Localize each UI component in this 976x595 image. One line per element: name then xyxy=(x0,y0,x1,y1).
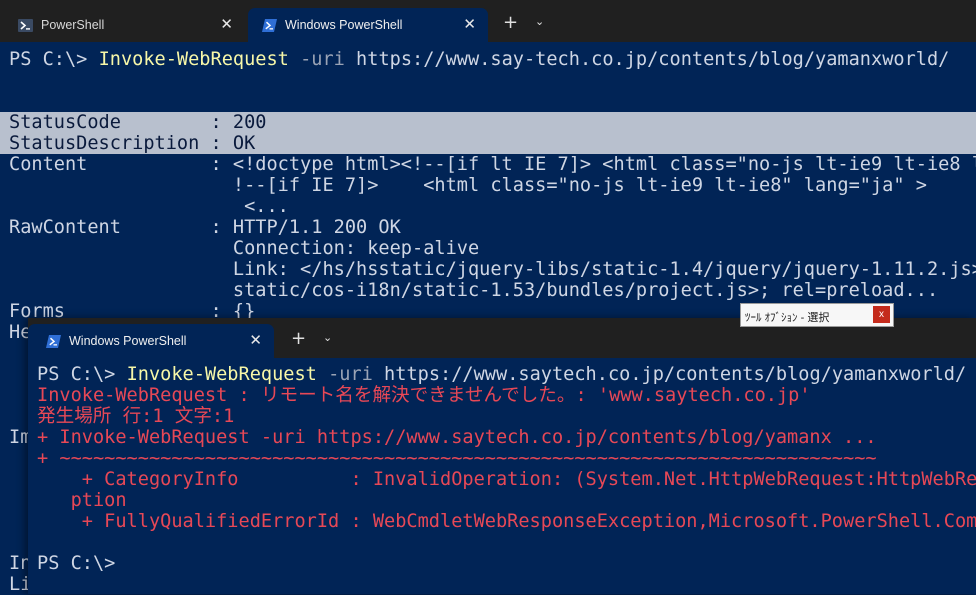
output-line: Connection: keep-alive xyxy=(9,238,480,259)
output-line: StatusDescription : OK xyxy=(0,133,976,154)
prompt: PS C:\> xyxy=(9,49,99,70)
error-line: + Invoke-WebRequest -uri https://www.say… xyxy=(37,427,877,448)
output-line: StatusCode : 200 xyxy=(0,112,976,133)
output-line: Content : <!doctype html><!--[if lt IE 7… xyxy=(9,154,976,175)
output-line: <... xyxy=(9,196,289,217)
command-name: Invoke-WebRequest xyxy=(98,49,289,70)
front-terminal[interactable]: PS C:\> Invoke-WebRequest -uri https://w… xyxy=(37,364,976,594)
command-url: https://www.say-tech.co.jp/contents/blog… xyxy=(344,49,950,70)
close-icon[interactable]: ✕ xyxy=(249,332,262,348)
tab-windows-powershell[interactable]: Windows PowerShell ✕ xyxy=(248,8,488,42)
powershell-icon xyxy=(18,18,33,32)
powershell-icon xyxy=(46,334,61,348)
powershell-icon xyxy=(262,18,277,32)
tab-label: Windows PowerShell xyxy=(285,18,403,32)
tab-label: Windows PowerShell xyxy=(69,334,187,348)
tooltip-text: ﾂｰﾙ ｵﾌﾞｼｮﾝ - 選択 xyxy=(745,312,830,324)
command-url: https://www.saytech.co.jp/contents/blog/… xyxy=(372,364,967,385)
close-icon[interactable]: ✕ xyxy=(220,16,233,32)
prompt: PS C:\> xyxy=(37,364,127,385)
output-line: RawContent : HTTP/1.1 200 OK xyxy=(9,217,401,238)
error-line: + FullyQualifiedErrorId : WebCmdletWebRe… xyxy=(37,511,976,532)
new-tab-button[interactable]: + xyxy=(503,14,518,32)
prompt: PS C:\> xyxy=(37,553,116,574)
front-powershell-window[interactable]: Windows PowerShell ✕ + ⌄ PS C:\> Invoke-… xyxy=(28,318,976,594)
tab-windows-powershell-front[interactable]: Windows PowerShell ✕ xyxy=(28,324,274,358)
tool-options-tooltip: ﾂｰﾙ ｵﾌﾞｼｮﾝ - 選択 x xyxy=(740,303,894,327)
command-param: -uri xyxy=(288,49,345,70)
error-line: ption xyxy=(37,490,127,511)
error-line: Invoke-WebRequest : リモート名を解決できませんでした。: '… xyxy=(37,385,811,406)
command-line: PS C:\> Invoke-WebRequest -uri https://w… xyxy=(37,364,966,385)
chevron-down-icon[interactable]: ⌄ xyxy=(323,331,332,344)
command-line: PS C:\> Invoke-WebRequest -uri https://w… xyxy=(9,49,949,70)
tab-powershell[interactable]: PowerShell ✕ xyxy=(4,8,245,42)
chevron-down-icon[interactable]: ⌄ xyxy=(535,15,544,28)
output-line: Link: </hs/hsstatic/jquery-libs/static-1… xyxy=(9,259,976,280)
tab-label: PowerShell xyxy=(41,18,105,32)
command-param: -uri xyxy=(316,364,373,385)
error-line: + ~~~~~~~~~~~~~~~~~~~~~~~~~~~~~~~~~~~~~~… xyxy=(37,448,877,469)
output-line: !--[if IE 7]> <html class="no-js lt-ie9 … xyxy=(9,175,927,196)
new-tab-button[interactable]: + xyxy=(291,330,306,348)
back-tab-bar: PowerShell ✕ Windows PowerShell ✕ + ⌄ xyxy=(0,0,976,42)
command-name: Invoke-WebRequest xyxy=(126,364,317,385)
close-icon[interactable]: ✕ xyxy=(463,16,476,32)
close-icon[interactable]: x xyxy=(873,306,890,323)
error-line: + CategoryInfo : InvalidOperation: (Syst… xyxy=(37,469,976,490)
output-line: static/cos-i18n/static-1.53/bundles/proj… xyxy=(9,280,939,301)
error-line: 発生場所 行:1 文字:1 xyxy=(37,406,235,427)
